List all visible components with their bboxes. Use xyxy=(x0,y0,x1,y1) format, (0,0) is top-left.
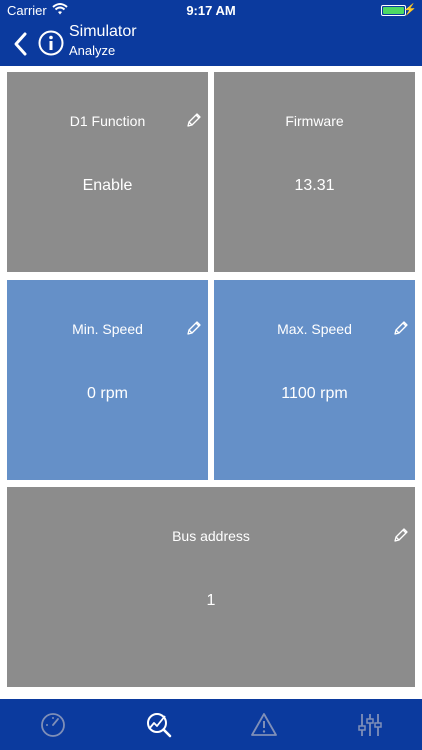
tab-analyze[interactable] xyxy=(145,711,173,739)
tile-firmware: Firmware 13.31 xyxy=(214,72,415,272)
tile-label: Firmware xyxy=(285,113,344,129)
tab-bar xyxy=(0,699,422,750)
warning-icon xyxy=(251,713,277,736)
header-titles: Simulator Analyze xyxy=(69,22,137,60)
tab-warnings[interactable] xyxy=(250,711,278,739)
tile-value: 1100 rpm xyxy=(281,385,348,402)
tile-label: Max. Speed xyxy=(277,321,352,337)
status-bar: Carrier 9:17 AM ⚡ xyxy=(0,0,422,22)
battery-icon xyxy=(381,5,406,16)
page-title: Simulator xyxy=(69,23,137,40)
tile-value: 0 rpm xyxy=(87,385,128,402)
charging-icon: ⚡ xyxy=(403,4,417,16)
gauge-icon xyxy=(41,713,65,737)
back-button[interactable] xyxy=(10,30,32,58)
pencil-icon[interactable] xyxy=(393,527,409,543)
tile-label: Min. Speed xyxy=(72,321,143,337)
info-button[interactable] xyxy=(38,30,64,56)
pencil-icon[interactable] xyxy=(393,320,409,336)
tile-bus-address[interactable]: Bus address 1 xyxy=(7,487,415,687)
analyze-icon xyxy=(147,713,172,738)
tab-gauge[interactable] xyxy=(39,711,67,739)
tile-value: 13.31 xyxy=(294,177,335,194)
page-subtitle: Analyze xyxy=(69,43,116,58)
tile-label: Bus address xyxy=(172,528,250,544)
tab-settings[interactable] xyxy=(356,711,384,739)
tile-value: Enable xyxy=(82,177,133,194)
tile-max-speed[interactable]: Max. Speed 1100 rpm xyxy=(214,280,415,480)
tile-min-speed[interactable]: Min. Speed 0 rpm xyxy=(7,280,208,480)
pencil-icon[interactable] xyxy=(186,112,202,128)
tile-label: D1 Function xyxy=(69,113,146,129)
pencil-icon[interactable] xyxy=(186,320,202,336)
status-time: 9:17 AM xyxy=(186,3,236,18)
sliders-icon xyxy=(358,714,382,736)
app-header: Carrier 9:17 AM ⚡ Simulator Analyze xyxy=(0,0,422,66)
tile-d1-function[interactable]: D1 Function Enable xyxy=(7,72,208,272)
tile-value: 1 xyxy=(206,592,216,609)
